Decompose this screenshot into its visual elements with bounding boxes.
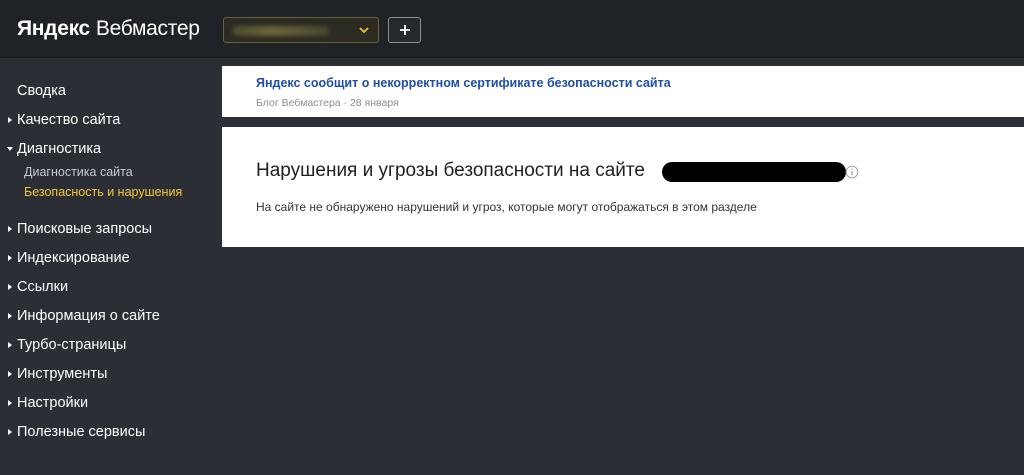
arrow-right-icon bbox=[8, 226, 12, 232]
arrow-right-icon bbox=[8, 371, 12, 377]
arrow-right-icon bbox=[8, 342, 12, 348]
logo[interactable]: Яндекс Вебмастер bbox=[17, 17, 200, 41]
top-header: Яндекс Вебмастер bbox=[0, 0, 1024, 58]
sidebar-item-label: Диагностика bbox=[17, 141, 102, 157]
sidebar-item-summary[interactable]: Сводка bbox=[0, 79, 210, 103]
add-site-button[interactable] bbox=[388, 17, 421, 43]
sidebar-item-diagnostics[interactable]: Диагностика bbox=[0, 137, 210, 161]
news-meta: Блог Вебмастера · 28 января bbox=[256, 97, 399, 109]
sidebar-item-turbo-pages[interactable]: Турбо-страницы bbox=[0, 333, 210, 357]
sidebar-item-label: Ссылки bbox=[17, 279, 69, 295]
security-card: Нарушения и угрозы безопасности на сайте… bbox=[222, 127, 1024, 247]
sidebar-item-search-queries[interactable]: Поисковые запросы bbox=[0, 217, 210, 241]
sidebar-item-label: Полезные сервисы bbox=[17, 424, 146, 440]
sidebar-item-label: Качество сайта bbox=[17, 112, 121, 128]
arrow-right-icon bbox=[8, 313, 12, 319]
arrow-down-icon bbox=[7, 147, 13, 151]
arrow-right-icon bbox=[8, 284, 12, 290]
sidebar: Сводка Качество сайта Диагностика Диагно… bbox=[0, 58, 222, 475]
arrow-right-icon bbox=[8, 400, 12, 406]
logo-brand: Яндекс bbox=[17, 17, 90, 40]
security-status-message: На сайте не обнаружено нарушений и угроз… bbox=[256, 200, 757, 214]
sidebar-item-links[interactable]: Ссылки bbox=[0, 275, 210, 299]
sidebar-subitem-site-diagnostics[interactable]: Диагностика сайта bbox=[24, 163, 133, 181]
news-link[interactable]: Яндекс сообщит о некорректном сертификат… bbox=[256, 76, 671, 90]
sidebar-subitem-security[interactable]: Безопасность и нарушения bbox=[24, 183, 182, 201]
page-title: Нарушения и угрозы безопасности на сайте bbox=[256, 160, 645, 181]
arrow-right-icon bbox=[8, 429, 12, 435]
plus-icon bbox=[400, 25, 410, 35]
arrow-right-icon bbox=[8, 117, 12, 123]
sidebar-item-settings[interactable]: Настройки bbox=[0, 391, 210, 415]
sidebar-item-label: Турбо-страницы bbox=[17, 337, 127, 353]
sidebar-item-label: Сводка bbox=[17, 83, 66, 99]
redacted-site-name bbox=[662, 162, 846, 182]
sidebar-item-site-quality[interactable]: Качество сайта bbox=[0, 108, 210, 132]
logo-product: Вебмастер bbox=[95, 17, 200, 40]
info-icon[interactable] bbox=[845, 165, 859, 179]
sidebar-item-label: Настройки bbox=[17, 395, 89, 411]
sidebar-item-label: Индексирование bbox=[17, 250, 130, 266]
site-selector-value bbox=[232, 26, 330, 36]
arrow-right-icon bbox=[8, 255, 12, 261]
sidebar-item-tools[interactable]: Инструменты bbox=[0, 362, 210, 386]
news-card: Яндекс сообщит о некорректном сертификат… bbox=[222, 66, 1024, 117]
sidebar-item-label: Информация о сайте bbox=[17, 308, 160, 324]
sidebar-item-indexing[interactable]: Индексирование bbox=[0, 246, 210, 270]
sidebar-item-label: Поисковые запросы bbox=[17, 221, 152, 237]
chevron-down-icon bbox=[359, 27, 369, 34]
site-selector[interactable] bbox=[223, 17, 379, 43]
sidebar-item-useful-services[interactable]: Полезные сервисы bbox=[0, 420, 210, 444]
sidebar-item-label: Инструменты bbox=[17, 366, 108, 382]
sidebar-item-site-info[interactable]: Информация о сайте bbox=[0, 304, 210, 328]
